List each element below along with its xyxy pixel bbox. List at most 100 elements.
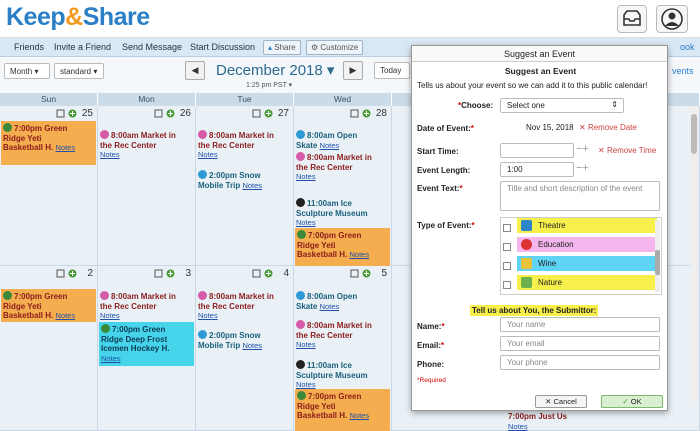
scrollbar-thumb[interactable] [691,114,697,154]
market-icon [100,130,109,139]
edit-icon[interactable] [154,269,163,278]
cancel-button[interactable]: ✕ Cancel [535,395,587,408]
start-time-label: Start Time: [417,147,459,156]
type-nature[interactable]: Nature [517,275,657,290]
remove-time-link[interactable]: ✕ Remove Time [598,146,656,155]
name-input[interactable]: Your name [500,317,660,332]
event-just-us[interactable]: 7:00pm Just Us Notes [508,412,588,431]
edit-icon[interactable] [56,269,65,278]
edit-icon[interactable] [252,269,261,278]
event-snow-mobile-trip[interactable]: 2:00pm Snow Mobile Trip Notes [198,330,290,350]
add-event-icon[interactable] [362,109,371,118]
day-cell-wed-28[interactable]: 28 8:00am Open Skate Notes 8:00am Market… [294,106,392,266]
edit-icon[interactable] [56,109,65,118]
event-open-skate[interactable]: 8:00am Open Skate Notes [296,291,388,311]
event-ice-sculpture-museum[interactable]: 11:00am Ice Sculpture Museum Notes [296,360,388,390]
event-market-rec-center[interactable]: 8:00am Market in the Rec Center Notes [100,130,192,160]
day-cell-tue-4[interactable]: 4 8:00am Market in the Rec Center Notes … [196,266,294,431]
event-market-rec-center[interactable]: 8:00am Market in the Rec Center Notes [296,320,388,350]
timezone-label: 1:25 pm PST ▾ [246,82,293,89]
nav-friends[interactable]: Friends [14,42,44,52]
keepandshare-logo[interactable]: Keep&Share [6,3,150,32]
add-event-icon[interactable] [68,109,77,118]
edit-icon[interactable] [154,109,163,118]
nav-right-item[interactable]: ook [680,42,695,52]
market-icon [296,152,305,161]
day-cell-sun-2[interactable]: 2 7:00pm Green Ridge Yeti Basketball H. … [0,266,98,431]
day-cell-mon-26[interactable]: 26 8:00am Market in the Rec Center Notes [98,106,196,266]
type-nature-checkbox[interactable] [503,281,511,289]
hockey-icon [101,324,110,333]
day-cell-sun-25[interactable]: 25 7:00pm Green Ridge Yeti Basketball H.… [0,106,98,266]
event-ice-sculpture-museum[interactable]: 11:00am Ice Sculpture Museum Notes [296,198,388,228]
events-link-partial[interactable]: vents [672,66,694,76]
add-event-icon[interactable] [166,269,175,278]
type-theatre[interactable]: Theatre [517,218,657,233]
snowmobile-icon [198,170,207,179]
basketball-icon [297,391,306,400]
edit-icon[interactable] [350,269,359,278]
day-cell-wed-5[interactable]: 5 8:00am Open Skate Notes 8:00am Market … [294,266,392,431]
email-input[interactable]: Your email [500,336,660,351]
month-title[interactable]: December 2018 ▾ [216,61,334,79]
nav-invite-friend[interactable]: Invite a Friend [54,42,111,52]
date-label: Date of Event:* [417,124,474,133]
type-wine[interactable]: Wine [517,256,657,271]
add-event-icon[interactable] [264,109,273,118]
share-button[interactable]: ▴ Share [263,40,301,55]
event-green-ridge-yeti[interactable]: 7:00pm Green Ridge Yeti Basketball H. No… [295,228,390,266]
customize-button[interactable]: ⚙ Customize [306,40,364,55]
day-cell-mon-3[interactable]: 3 8:00am Market in the Rec Center Notes … [98,266,196,431]
nav-send-message[interactable]: Send Message [122,42,182,52]
start-time-input[interactable] [500,143,574,158]
suggest-event-dialog: Suggest an Event Suggest an Event Tells … [411,45,668,411]
event-market-rec-center[interactable]: 8:00am Market in the Rec Center Notes [100,291,192,321]
event-type-list[interactable]: Theatre Education Wine Nature [500,217,662,295]
add-event-icon[interactable] [362,269,371,278]
day-cell-tue-27[interactable]: 27 8:00am Market in the Rec Center Notes… [196,106,294,266]
edit-icon[interactable] [350,109,359,118]
event-deep-frost-icemen-hockey[interactable]: 7:00pm Green Ridge Deep Frost Icemen Hoc… [99,322,194,366]
time-stepper-icon[interactable]: −+ [576,143,589,155]
nav-start-discussion[interactable]: Start Discussion [190,42,255,52]
page-scrollbar[interactable] [690,106,698,406]
phone-label: Phone: [417,360,445,369]
event-green-ridge-yeti[interactable]: 7:00pm Green Ridge Yeti Basketball H. No… [295,389,390,431]
date-value[interactable]: Nov 15, 2018 [526,123,574,132]
view-select[interactable]: Month ▾ [4,63,50,79]
edit-icon[interactable] [252,109,261,118]
name-label: Name:* [417,322,445,331]
type-list-scrollbar[interactable] [655,220,660,292]
style-select[interactable]: standard ▾ [54,63,104,79]
event-text-input[interactable]: Title and short description of the event [500,181,660,211]
choose-select[interactable]: Select one ⇕ [500,98,624,113]
nature-icon [521,277,532,288]
basketball-icon [297,230,306,239]
type-theatre-checkbox[interactable] [503,224,511,232]
event-open-skate[interactable]: 8:00am Open Skate Notes [296,130,388,150]
add-event-icon[interactable] [264,269,273,278]
type-education-checkbox[interactable] [503,243,511,251]
inbox-icon[interactable] [617,5,647,33]
event-green-ridge-yeti[interactable]: 7:00pm Green Ridge Yeti Basketball H. No… [1,121,96,165]
type-wine-checkbox[interactable] [503,262,511,270]
event-green-ridge-yeti[interactable]: 7:00pm Green Ridge Yeti Basketball H. No… [1,289,96,322]
remove-date-link[interactable]: ✕ Remove Date [579,123,637,132]
today-button[interactable]: Today [374,62,410,79]
event-snow-mobile-trip[interactable]: 2:00pm Snow Mobile Trip Notes [198,170,290,190]
add-event-icon[interactable] [68,269,77,278]
user-account-icon[interactable] [656,5,688,33]
prev-month-button[interactable]: ◀ [185,61,205,80]
add-event-icon[interactable] [166,109,175,118]
event-market-rec-center[interactable]: 8:00am Market in the Rec Center Notes [198,130,290,160]
event-market-rec-center[interactable]: 8:00am Market in the Rec Center Notes [296,152,388,182]
event-market-rec-center[interactable]: 8:00am Market in the Rec Center Notes [198,291,290,321]
phone-input[interactable]: Your phone [500,355,660,370]
length-stepper-icon[interactable]: −+ [576,162,589,174]
ok-button[interactable]: ✓ OK [601,395,663,408]
type-list-scroll-thumb[interactable] [655,250,660,275]
market-icon [198,291,207,300]
type-education[interactable]: Education [517,237,657,252]
event-length-input[interactable]: 1:00 [500,162,574,177]
next-month-button[interactable]: ▶ [343,61,363,80]
